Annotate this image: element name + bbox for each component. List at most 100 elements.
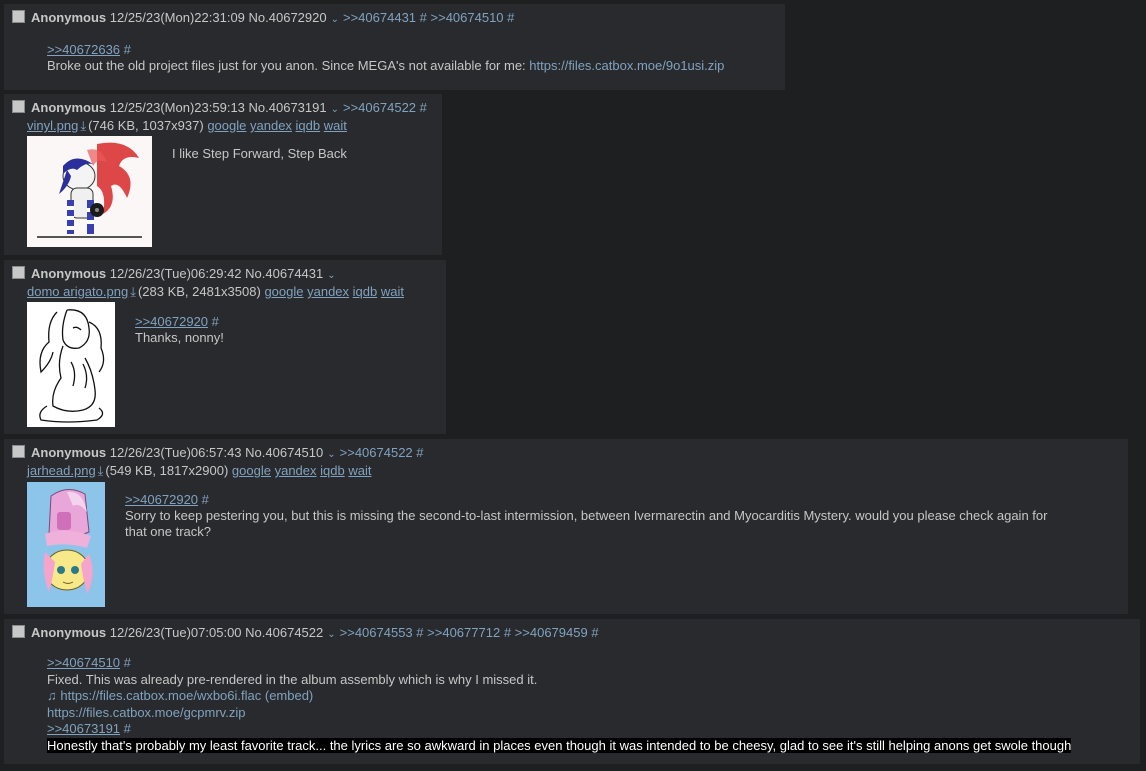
post-number[interactable]: No.40674431 <box>245 266 323 281</box>
file-info: vinyl.png ⤓ (746 KB, 1037x937) google yand… <box>27 118 347 134</box>
poster-name: Anonymous <box>31 100 107 115</box>
hash-link[interactable]: # <box>591 625 598 640</box>
select-checkbox[interactable] <box>12 445 25 458</box>
message-text: I like Step Forward, Step Back <box>172 146 347 161</box>
post-datetime: 12/25/23(Mon)22:31:09 <box>109 10 245 25</box>
post-40674510: Anonymous 12/26/23(Tue)06:57:43 No.40674… <box>4 439 1128 614</box>
hash-link[interactable]: # <box>416 445 423 460</box>
backlink[interactable]: >>40674522 <box>340 445 413 460</box>
hash-link[interactable]: # <box>124 42 131 57</box>
select-checkbox[interactable] <box>12 625 25 638</box>
search-yandex-link[interactable]: yandex <box>250 118 292 133</box>
search-google-link[interactable]: google <box>264 284 303 299</box>
post-header: Anonymous 12/26/23(Tue)06:29:42 No.40674… <box>12 266 340 284</box>
post-40674431: Anonymous 12/26/23(Tue)06:29:42 No.40674… <box>4 260 446 434</box>
download-icon[interactable]: ⤓ <box>98 463 104 478</box>
hash-link[interactable]: # <box>507 10 514 25</box>
music-icon: ♫ <box>47 688 57 703</box>
file-name-link[interactable]: vinyl.png <box>27 118 78 133</box>
file-meta: (746 KB, 1037x937) <box>88 118 204 133</box>
search-wait-link[interactable]: wait <box>348 463 371 478</box>
download-icon[interactable]: ⤓ <box>130 284 136 299</box>
hash-link[interactable]: # <box>212 314 219 329</box>
select-checkbox[interactable] <box>12 100 25 113</box>
chevron-down-icon[interactable]: ⌄ <box>327 270 335 281</box>
post-number[interactable]: No.40674510 <box>245 445 323 460</box>
hash-link[interactable]: # <box>504 625 511 640</box>
post-datetime: 12/26/23(Tue)07:05:00 <box>109 625 242 640</box>
chevron-down-icon[interactable]: ⌄ <box>327 629 335 640</box>
post-message: >>40672636 # Broke out the old project f… <box>47 42 724 74</box>
backlink[interactable]: >>40677712 <box>427 625 500 640</box>
quote-link[interactable]: >>40672920 <box>135 314 208 329</box>
search-wait-link[interactable]: wait <box>324 118 347 133</box>
file-meta: (283 KB, 2481x3508) <box>137 284 261 299</box>
search-wait-link[interactable]: wait <box>381 284 404 299</box>
post-message: >>40672920 # Thanks, nonny! <box>135 314 224 346</box>
search-iqdb-link[interactable]: iqdb <box>353 284 378 299</box>
file-info: jarhead.png ⤓ (549 KB, 1817x2900) google y… <box>27 463 371 479</box>
post-datetime: 12/25/23(Mon)23:59:13 <box>109 100 245 115</box>
post-40674522: Anonymous 12/26/23(Tue)07:05:00 No.40674… <box>4 619 1140 764</box>
search-iqdb-link[interactable]: iqdb <box>320 463 345 478</box>
hash-link[interactable]: # <box>420 10 427 25</box>
quote-link[interactable]: >>40674510 <box>47 655 120 670</box>
hash-link[interactable]: # <box>124 655 131 670</box>
post-thumbnail[interactable] <box>27 136 152 247</box>
post-header: Anonymous 12/26/23(Tue)07:05:00 No.40674… <box>12 625 599 643</box>
file-name-link[interactable]: domo arigato.png <box>27 284 128 299</box>
post-datetime: 12/26/23(Tue)06:57:43 <box>109 445 242 460</box>
hash-link[interactable]: # <box>416 625 423 640</box>
chevron-down-icon[interactable]: ⌄ <box>327 449 335 460</box>
download-icon[interactable]: ⤓ <box>80 118 86 133</box>
poster-name: Anonymous <box>31 266 107 281</box>
poster-name: Anonymous <box>31 10 107 25</box>
search-iqdb-link[interactable]: iqdb <box>296 118 321 133</box>
vinyl-pony-image <box>27 136 152 247</box>
message-text: Sorry to keep pestering you, but this is… <box>125 508 1048 523</box>
select-checkbox[interactable] <box>12 10 25 23</box>
quote-link[interactable]: >>40672636 <box>47 42 120 57</box>
file-name-link[interactable]: jarhead.png <box>27 463 96 478</box>
post-header: Anonymous 12/25/23(Mon)23:59:13 No.40673… <box>12 100 427 118</box>
zip-link[interactable]: https://files.catbox.moe/gcpmrv.zip <box>47 705 245 720</box>
hash-link[interactable]: # <box>124 721 131 736</box>
backlink[interactable]: >>40679459 <box>515 625 588 640</box>
message-text: Broke out the old project files just for… <box>47 58 530 73</box>
backlink[interactable]: >>40674522 <box>343 100 416 115</box>
catbox-link[interactable]: https://files.catbox.moe/9o1usi.zip <box>529 58 724 73</box>
backlink[interactable]: >>40674553 <box>340 625 413 640</box>
message-text-cont: that one track? <box>125 524 211 539</box>
post-header: Anonymous 12/26/23(Tue)06:57:43 No.40674… <box>12 445 424 463</box>
quote-link[interactable]: >>40672920 <box>125 492 198 507</box>
post-thumbnail[interactable] <box>27 482 105 607</box>
select-checkbox[interactable] <box>12 266 25 279</box>
post-number[interactable]: No.40673191 <box>249 100 327 115</box>
post-thumbnail[interactable] <box>27 302 115 427</box>
post-message: >>40674510 # Fixed. This was already pre… <box>47 655 1072 754</box>
search-google-link[interactable]: google <box>207 118 246 133</box>
chevron-down-icon[interactable]: ⌄ <box>331 14 339 25</box>
audio-embed-link[interactable]: https://files.catbox.moe/wxbo6i.flac (em… <box>60 688 313 703</box>
poster-name: Anonymous <box>31 445 107 460</box>
jarhead-pony-image <box>27 482 105 607</box>
chevron-down-icon[interactable]: ⌄ <box>331 104 339 115</box>
poster-name: Anonymous <box>31 625 107 640</box>
backlink[interactable]: >>40674431 <box>343 10 416 25</box>
quote-link[interactable]: >>40673191 <box>47 721 120 736</box>
post-header: Anonymous 12/25/23(Mon)22:31:09 No.40672… <box>12 10 514 28</box>
hash-link[interactable]: # <box>202 492 209 507</box>
backlink[interactable]: >>40674510 <box>431 10 504 25</box>
post-message: I like Step Forward, Step Back <box>172 146 347 162</box>
search-yandex-link[interactable]: yandex <box>307 284 349 299</box>
post-number[interactable]: No.40674522 <box>245 625 323 640</box>
post-40673191: Anonymous 12/25/23(Mon)23:59:13 No.40673… <box>4 94 442 255</box>
search-google-link[interactable]: google <box>232 463 271 478</box>
post-number[interactable]: No.40672920 <box>249 10 327 25</box>
post-message: >>40672920 # Sorry to keep pestering you… <box>125 492 1047 540</box>
post-40672920: Anonymous 12/25/23(Mon)22:31:09 No.40672… <box>4 4 785 90</box>
file-meta: (549 KB, 1817x2900) <box>105 463 229 478</box>
hash-link[interactable]: # <box>420 100 427 115</box>
post-datetime: 12/26/23(Tue)06:29:42 <box>109 266 242 281</box>
search-yandex-link[interactable]: yandex <box>275 463 317 478</box>
